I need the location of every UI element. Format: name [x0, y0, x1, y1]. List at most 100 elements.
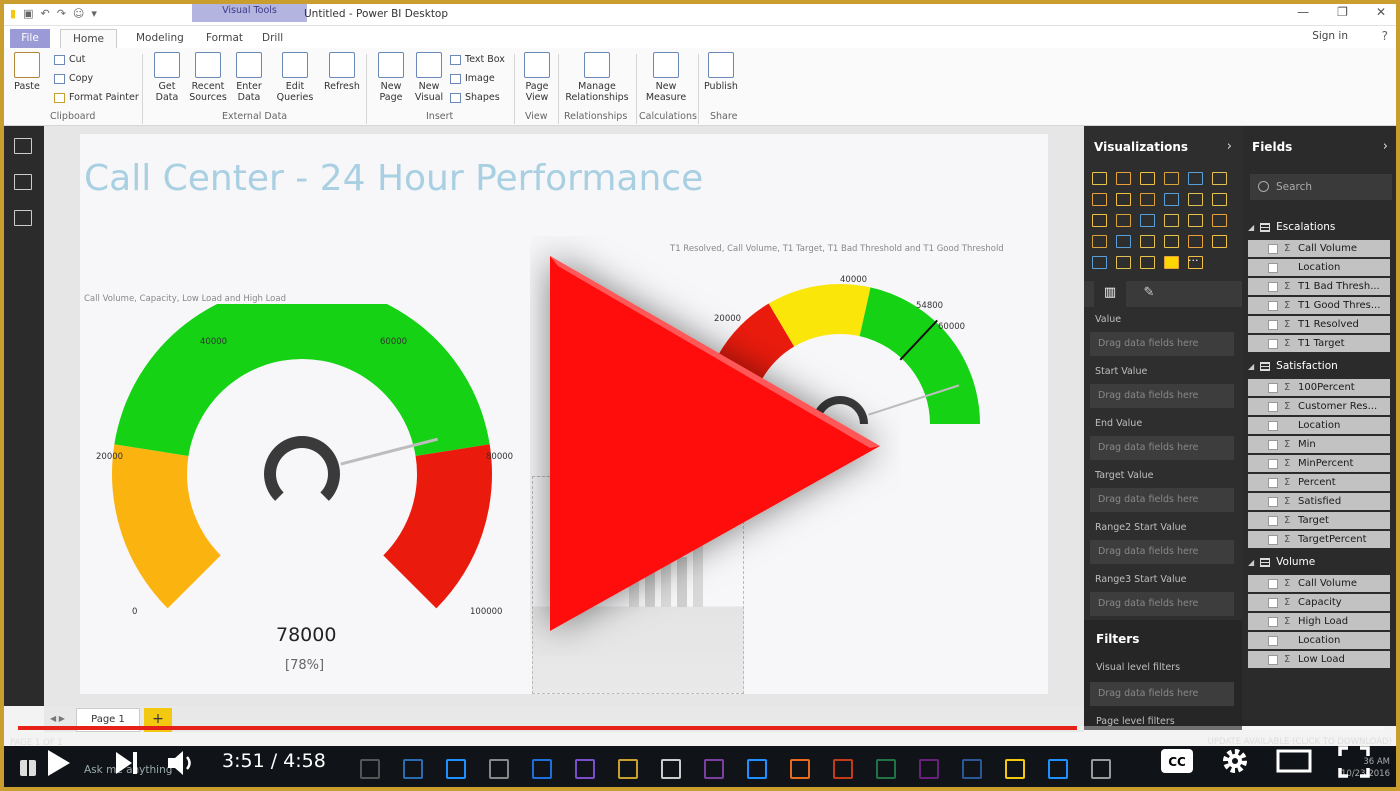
help-icon[interactable]: ? — [1382, 29, 1388, 43]
visual-type-icon[interactable] — [1116, 193, 1131, 206]
smiley-icon[interactable]: ☺ — [73, 7, 84, 20]
windows-start-icon[interactable] — [20, 760, 36, 776]
field-item[interactable]: Location — [1248, 417, 1390, 434]
settings-gear-icon[interactable] — [1220, 746, 1250, 776]
visual-type-icon[interactable] — [1164, 172, 1179, 185]
field-checkbox[interactable] — [1268, 401, 1278, 412]
data-view-icon[interactable] — [14, 174, 32, 190]
field-checkbox[interactable] — [1268, 597, 1278, 608]
refresh-button[interactable]: Refresh — [324, 52, 360, 92]
theater-mode-icon[interactable] — [1276, 748, 1312, 776]
visual-type-icon[interactable] — [1092, 172, 1107, 185]
manage-relationships-button[interactable]: Manage Relationships — [564, 52, 630, 103]
settings-icon[interactable] — [1091, 759, 1111, 779]
visual-type-icon[interactable] — [1140, 172, 1155, 185]
visual-type-icon[interactable] — [1212, 193, 1227, 206]
skype-business-icon[interactable] — [1048, 759, 1068, 779]
field-table[interactable]: ◢ Escalations — [1248, 218, 1335, 236]
field-checkbox[interactable] — [1268, 515, 1278, 526]
new-page-button[interactable]: New Page — [374, 52, 408, 103]
task-view-icon[interactable] — [360, 759, 380, 779]
big-play-icon[interactable] — [530, 236, 900, 656]
more-visuals-icon[interactable]: ··· — [1188, 255, 1203, 269]
gauge1-subtitle[interactable]: Call Volume, Capacity, Low Load and High… — [84, 294, 286, 304]
field-checkbox[interactable] — [1268, 439, 1278, 450]
publish-button[interactable]: Publish — [704, 52, 738, 92]
outlook-icon[interactable] — [403, 759, 423, 779]
field-checkbox[interactable] — [1268, 319, 1278, 330]
fields-well-tab-icon[interactable]: ▥ — [1094, 281, 1126, 307]
enter-data-button[interactable]: Enter Data — [232, 52, 266, 103]
visual-type-icon[interactable] — [1116, 235, 1131, 248]
field-item[interactable]: Σ Low Load — [1248, 651, 1390, 668]
app-icon[interactable] — [489, 759, 509, 779]
onenote-icon[interactable] — [704, 759, 724, 779]
field-item[interactable]: Σ T1 Target — [1248, 335, 1390, 352]
field-checkbox[interactable] — [1268, 496, 1278, 507]
get-data-button[interactable]: Get Data — [150, 52, 184, 103]
qat-dropdown-icon[interactable]: ▾ — [91, 7, 97, 20]
field-item[interactable]: Σ T1 Good Thres... — [1248, 297, 1390, 314]
visual-type-icon[interactable] — [1092, 235, 1107, 248]
visual-type-icon[interactable] — [1116, 172, 1131, 185]
next-icon[interactable] — [114, 750, 140, 776]
field-checkbox[interactable] — [1268, 458, 1278, 469]
visual-type-icon[interactable] — [1212, 235, 1227, 248]
field-table[interactable]: ◢ Volume — [1248, 553, 1315, 571]
save-icon[interactable]: ▣ — [23, 7, 33, 20]
field-well-drop[interactable]: Drag data fields here — [1090, 540, 1234, 564]
visual-type-icon[interactable] — [1092, 214, 1107, 227]
firefox-icon[interactable] — [790, 759, 810, 779]
play-icon[interactable] — [46, 748, 72, 778]
copy-button[interactable]: Copy — [54, 73, 93, 84]
restore-icon[interactable]: ❐ — [1337, 5, 1348, 19]
collapse-visualizations-icon[interactable]: › — [1227, 139, 1232, 154]
minimize-icon[interactable]: — — [1297, 5, 1309, 19]
field-checkbox[interactable] — [1268, 243, 1278, 254]
field-well-drop[interactable]: Drag data fields here — [1090, 384, 1234, 408]
ie-icon[interactable] — [747, 759, 767, 779]
gauge1-visual[interactable] — [80, 304, 560, 624]
visual-type-icon[interactable] — [1212, 172, 1227, 185]
field-item[interactable]: Σ Percent — [1248, 474, 1390, 491]
field-checkbox[interactable] — [1268, 300, 1278, 311]
tab-modeling[interactable]: Modeling — [124, 29, 196, 48]
remote-desktop-icon[interactable] — [575, 759, 595, 779]
paste-button[interactable]: Paste — [14, 52, 40, 92]
visual-type-icon[interactable] — [1140, 214, 1155, 227]
field-checkbox[interactable] — [1268, 616, 1278, 627]
field-item[interactable]: Σ Satisfied — [1248, 493, 1390, 510]
page-view-button[interactable]: Page View — [520, 52, 554, 103]
field-item[interactable]: Σ MinPercent — [1248, 455, 1390, 472]
fields-search-input[interactable]: Search — [1250, 174, 1392, 200]
field-item[interactable]: Σ T1 Bad Thresh... — [1248, 278, 1390, 295]
tab-format[interactable]: Format — [194, 29, 255, 48]
field-checkbox[interactable] — [1268, 477, 1278, 488]
visual-type-icon[interactable] — [1164, 193, 1179, 206]
field-item[interactable]: Σ T1 Resolved — [1248, 316, 1390, 333]
tab-drill[interactable]: Drill — [250, 29, 295, 48]
visual-type-icon[interactable] — [1140, 235, 1155, 248]
field-well-drop[interactable]: Drag data fields here — [1090, 436, 1234, 460]
close-icon[interactable]: ✕ — [1376, 5, 1386, 19]
field-well-drop[interactable]: Drag data fields here — [1090, 332, 1234, 356]
powerpoint-icon[interactable] — [833, 759, 853, 779]
visual-studio-icon[interactable] — [919, 759, 939, 779]
visual-type-icon[interactable] — [1188, 172, 1203, 185]
image-button[interactable]: Image — [450, 73, 495, 84]
page-nav-arrows-icon[interactable]: ◀ ▶ — [50, 714, 65, 723]
visual-type-icon[interactable] — [1188, 235, 1203, 248]
powerbi-icon[interactable] — [1005, 759, 1025, 779]
field-checkbox[interactable] — [1268, 281, 1278, 292]
field-item[interactable]: Σ Target — [1248, 512, 1390, 529]
field-item[interactable]: Σ Call Volume — [1248, 240, 1390, 257]
captions-icon[interactable]: CC — [1160, 748, 1194, 774]
visual-type-icon[interactable] — [1164, 214, 1179, 227]
video-progress-bar[interactable] — [18, 726, 1384, 730]
new-visual-button[interactable]: New Visual — [412, 52, 446, 103]
recent-sources-button[interactable]: Recent Sources — [186, 52, 230, 103]
visual-type-icon[interactable] — [1092, 193, 1107, 206]
visual-type-icon[interactable] — [1116, 256, 1131, 269]
field-checkbox[interactable] — [1268, 262, 1278, 273]
field-item[interactable]: Σ Call Volume — [1248, 575, 1390, 592]
